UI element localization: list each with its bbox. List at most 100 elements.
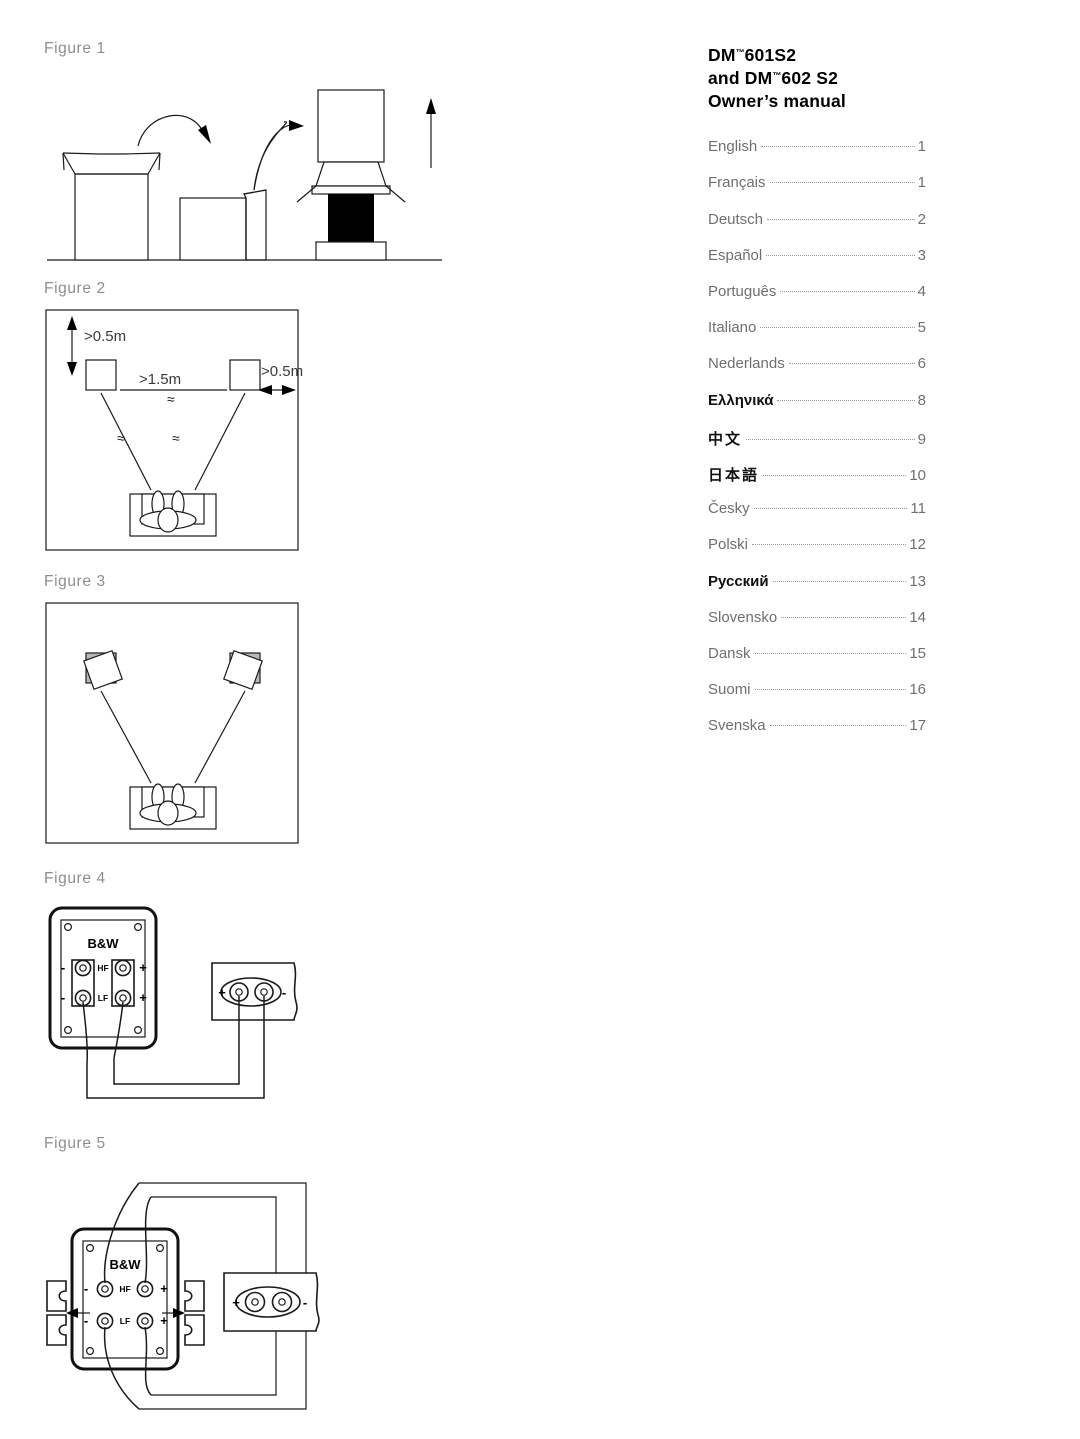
toc-leader-dots (769, 725, 907, 727)
title-line-1: DM™601S2 (708, 45, 796, 65)
table-of-contents-column: DM™601S2 and DM™602 S2 Owner’s manual En… (708, 44, 926, 753)
toc-entry[interactable]: Česky 11 (708, 500, 926, 536)
screw-top-right (155, 1243, 164, 1252)
toc-entry[interactable]: English 1 (708, 138, 926, 174)
trademark-icon: ™ (735, 47, 745, 58)
toc-entry-label: Suomi (708, 681, 751, 699)
toc-leader-dots (780, 291, 915, 292)
toc-entry-label: English (708, 138, 758, 156)
toc-entry[interactable]: Deutsch 2 (708, 211, 926, 247)
screw-top-right (133, 923, 142, 932)
toc-entry-page-number: 2 (917, 210, 926, 228)
approx-symbol-left: ≈ (117, 430, 125, 446)
toc-entry[interactable]: 中文 9 (708, 428, 926, 464)
figure-3-block: Figure 3 (44, 573, 464, 846)
speaker-lift-from-packing (296, 89, 406, 261)
toc-entry-page-number: 13 (909, 572, 926, 590)
toc-leader-dots (777, 399, 915, 401)
toc-entry[interactable]: Polski 12 (708, 536, 926, 572)
speaker-terminal-panel: B&W HF LF - + - + (48, 906, 158, 1050)
speaker-right-toed-in (223, 650, 263, 690)
toc-entry-label: Deutsch (708, 210, 764, 228)
toc-entry[interactable]: Português 4 (708, 283, 926, 319)
sign-lf-negative: - (61, 990, 65, 1005)
model-2-text: 602 S2 (781, 67, 839, 88)
toc-entry-page-number: 9 (917, 430, 926, 448)
toc-entry[interactable]: Slovensko 14 (708, 609, 926, 645)
toc-entry-label: Ελληνικά (708, 391, 774, 409)
figure-2-block: Figure 2 >0.5m >1.5m ≈ >0.5m ≈ ≈ (44, 280, 464, 553)
dim-between-label: >1.5m (139, 371, 181, 388)
bw-logo-text: B&W (87, 936, 119, 951)
figure-3-diagram (45, 602, 299, 844)
sign-lf-positive: + (160, 1313, 168, 1328)
screw-top-left (64, 923, 73, 932)
amplifier-terminal-block: + - (211, 962, 298, 1021)
toc-leader-dots (767, 218, 915, 220)
toc-entry[interactable]: Suomi 16 (708, 681, 926, 717)
terminal-lf-negative (96, 1312, 114, 1330)
toc-entry[interactable]: Français 1 (708, 174, 926, 210)
toc-entry-label: Español (708, 246, 763, 264)
toc-entry-page-number: 4 (917, 283, 926, 300)
terminal-hf-positive (136, 1280, 154, 1298)
toc-leader-dots (754, 652, 907, 654)
toc-leader-dots (781, 616, 907, 618)
toc-leader-dots (763, 474, 907, 476)
figure-1-block: Figure 1 (44, 40, 464, 268)
screw-bottom-left (64, 1026, 73, 1035)
toc-entry-label: Dansk (708, 644, 751, 662)
screw-bottom-right (133, 1026, 142, 1035)
toc-entry-page-number: 17 (909, 717, 926, 735)
figure-4-label: Figure 4 (44, 870, 106, 887)
listener-sofa-icon (129, 783, 217, 830)
figure-4-block: Figure 4 B&W HF LF - + - + + - (44, 870, 464, 1113)
toc-entry-page-number: 12 (909, 536, 926, 554)
toc-entry-page-number: 11 (910, 500, 926, 518)
toc-leader-dots (788, 363, 915, 365)
sign-hf-positive: + (160, 1281, 168, 1296)
rotate-arrow-2 (253, 120, 304, 191)
toc-entry[interactable]: 日本語 10 (708, 464, 926, 500)
toc-leader-dots (769, 182, 915, 184)
toc-entry[interactable]: Ελληνικά 8 (708, 392, 926, 428)
toc-leader-dots (766, 254, 915, 256)
amplifier-terminal-block: + - (223, 1272, 320, 1332)
toc-entry[interactable]: Italiano 5 (708, 319, 926, 355)
speaker-left-toed-in (83, 650, 123, 690)
toc-entry-label: Slovensko (708, 608, 778, 626)
figure-5-label: Figure 5 (44, 1135, 106, 1152)
toc-entry-label: Русский (708, 572, 769, 590)
listener-sofa-icon (129, 490, 217, 537)
terminal-hf-negative (96, 1280, 114, 1298)
speaker-right (229, 359, 261, 391)
figure-2-label: Figure 2 (44, 280, 106, 297)
amp-sign-positive: + (232, 1295, 240, 1310)
toc-entry-page-number: 10 (909, 466, 926, 484)
brand-text: DM (708, 45, 736, 65)
terminal-hf-label: HF (119, 1284, 130, 1294)
dim-top-wall-label: >0.5m (84, 328, 126, 345)
manual-page: Figure 1 Figure 2 >0.5m >1.5m ≈ >0.5m ≈ … (0, 0, 1080, 1439)
toc-entry[interactable]: Dansk 15 (708, 645, 926, 681)
carton-upright-closed (62, 152, 161, 261)
title-line-2: and DM™602 S2 (708, 68, 838, 88)
terminal-lf-label: LF (120, 1316, 130, 1326)
sign-hf-positive: + (139, 960, 147, 975)
toc-entry-label: Português (708, 283, 777, 300)
toc-entry-label: Nederlands (708, 355, 785, 373)
sign-hf-negative: - (84, 1281, 88, 1296)
toc-entry[interactable]: Nederlands 6 (708, 355, 926, 391)
toc-entry-page-number: 16 (909, 681, 926, 699)
amp-sign-positive: + (218, 985, 226, 1000)
toc-list: English 1 Français 1 Deutsch 2 Español 3 Portugu… (708, 138, 926, 753)
screw-bottom-left (85, 1347, 94, 1356)
figure-3-label: Figure 3 (44, 573, 106, 590)
speaker-left (85, 359, 117, 391)
toc-entry[interactable]: Svenska 17 (708, 717, 926, 753)
toc-entry-page-number: 1 (917, 174, 926, 192)
sign-lf-negative: - (84, 1313, 88, 1328)
rotate-arrow-1 (137, 114, 211, 147)
toc-entry[interactable]: Русский 13 (708, 573, 926, 609)
toc-entry[interactable]: Español 3 (708, 247, 926, 283)
